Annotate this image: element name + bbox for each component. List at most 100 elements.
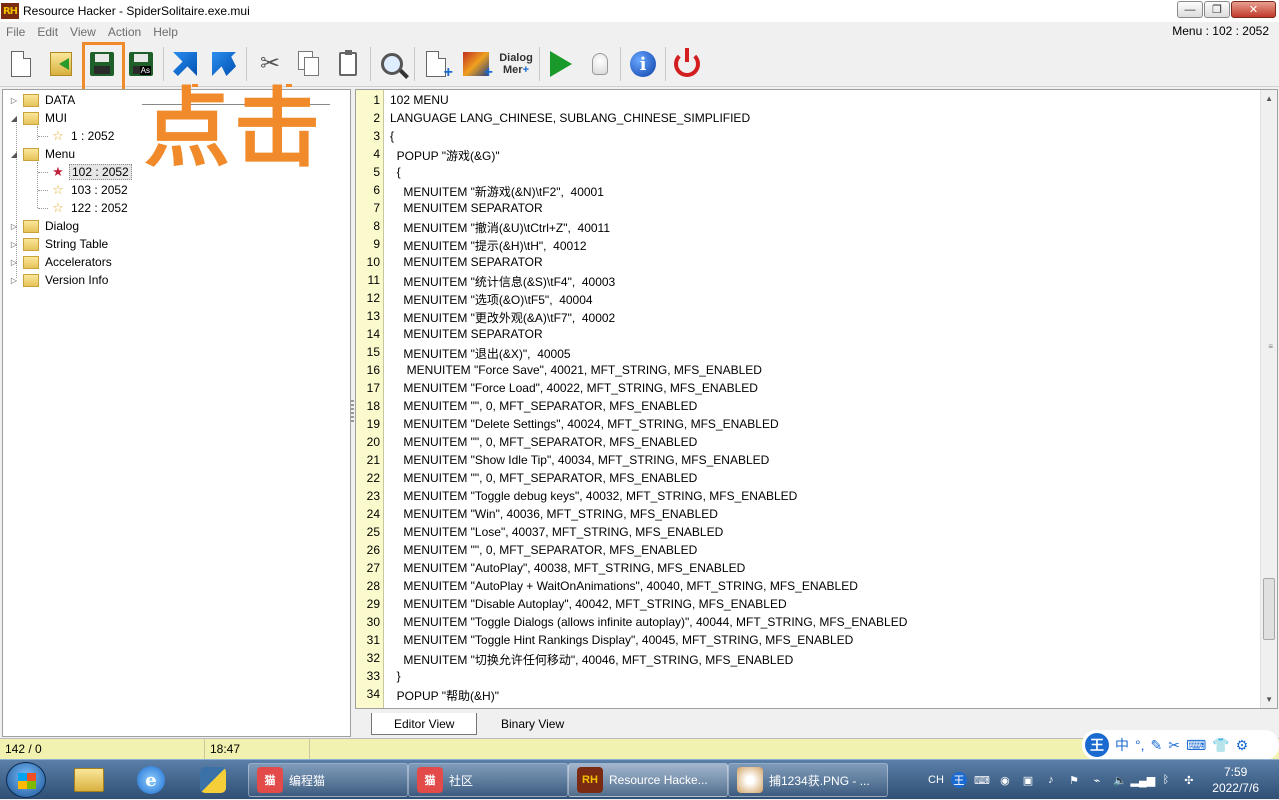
code-line[interactable]: { xyxy=(390,165,401,179)
code-line[interactable]: MENUITEM "提示(&H)\tH", 40012 xyxy=(390,237,586,254)
hint-button[interactable] xyxy=(582,45,618,83)
tree-node-mui-1-2052[interactable]: ☆ 1 : 2052 xyxy=(49,127,116,145)
code-line[interactable]: MENUITEM "Toggle Hint Rankings Display",… xyxy=(390,633,853,647)
ime-settings-icon[interactable]: ⚙ xyxy=(1236,737,1249,754)
code-line[interactable]: MENUITEM "Disable Autoplay", 40042, MFT_… xyxy=(390,597,786,611)
code-line[interactable]: MENUITEM "切换允许任何移动", 40046, MFT_STRING, … xyxy=(390,651,793,668)
start-button[interactable] xyxy=(6,762,46,798)
menu-action[interactable]: Action xyxy=(102,25,147,39)
code-line[interactable]: MENUITEM "Toggle Dialogs (allows infinit… xyxy=(390,615,907,629)
tree-node-menu-122-2052[interactable]: ☆ 122 : 2052 xyxy=(49,199,130,217)
collapse-icon[interactable]: ◢ xyxy=(9,114,19,123)
task-resource-hacker[interactable]: RH Resource Hacke... xyxy=(568,763,728,797)
collapse-icon[interactable]: ◢ xyxy=(9,150,19,159)
code-line[interactable]: LANGUAGE LANG_CHINESE, SUBLANG_CHINESE_S… xyxy=(390,111,750,125)
keyboard-tray-icon[interactable]: ⌨ xyxy=(974,772,990,788)
code-line[interactable]: MENUITEM "", 0, MFT_SEPARATOR, MFS_ENABL… xyxy=(390,399,697,413)
menu-file[interactable]: File xyxy=(0,25,31,39)
ime-tray-icon[interactable]: 王 xyxy=(950,772,967,788)
music-tray-icon[interactable]: ♪ xyxy=(1043,772,1059,788)
vertical-scrollbar[interactable]: ▲ ≡ ▼ xyxy=(1260,90,1277,708)
tree-node-accelerators[interactable]: ▷ Accelerators xyxy=(9,253,114,271)
code-line[interactable]: MENUITEM "Toggle debug keys", 40032, MFT… xyxy=(390,489,797,503)
code-line[interactable]: MENUITEM "", 0, MFT_SEPARATOR, MFS_ENABL… xyxy=(390,435,697,449)
dialog-merge-button[interactable]: Dialog Mer+ xyxy=(496,45,536,83)
exit-button[interactable] xyxy=(669,45,705,83)
expand-icon[interactable]: ▷ xyxy=(9,222,19,231)
scroll-down-icon[interactable]: ▼ xyxy=(1265,695,1273,704)
ime-toolbar[interactable]: 王 中 °, ✎ ✂ ⌨ 👕 ⚙ xyxy=(1082,730,1279,760)
code-line[interactable]: MENUITEM "撤消(&U)\tCtrl+Z", 40011 xyxy=(390,219,610,236)
code-line[interactable]: MENUITEM SEPARATOR xyxy=(390,201,542,215)
maximize-button[interactable]: ❐ xyxy=(1204,1,1230,18)
taskbar-clock[interactable]: 7:59 2022/7/6 xyxy=(1212,764,1259,796)
cut-button[interactable]: ✂ xyxy=(252,45,288,83)
resource-tree[interactable]: ▷ DATA ◢ MUI ☆ 1 : 2052 ◢ Menu ★ 102 : 2… xyxy=(2,89,351,737)
security-tray-icon[interactable]: ◉ xyxy=(997,772,1013,788)
code-line[interactable]: MENUITEM "Lose", 40037, MFT_STRING, MFS_… xyxy=(390,525,723,539)
ime-skin-icon[interactable]: 👕 xyxy=(1212,737,1229,754)
code-line[interactable]: MENUITEM "Win", 40036, MFT_STRING, MFS_E… xyxy=(390,507,718,521)
code-line[interactable]: MENUITEM "", 0, MFT_SEPARATOR, MFS_ENABL… xyxy=(390,543,697,557)
expand-icon[interactable]: ▷ xyxy=(9,240,19,249)
ime-scissors-icon[interactable]: ✂ xyxy=(1168,737,1180,754)
compile-forward-button[interactable] xyxy=(206,45,242,83)
network-device-icon[interactable]: ▣ xyxy=(1020,772,1036,788)
scrollbar-thumb[interactable] xyxy=(1263,578,1275,640)
code-line[interactable]: MENUITEM "", 0, MFT_SEPARATOR, MFS_ENABL… xyxy=(390,471,697,485)
code-line[interactable]: MENUITEM SEPARATOR xyxy=(390,327,542,341)
expand-icon[interactable]: ▷ xyxy=(9,258,19,267)
menu-help[interactable]: Help xyxy=(147,25,184,39)
run-script-button[interactable] xyxy=(543,45,579,83)
open-file-button[interactable] xyxy=(43,45,79,83)
code-line[interactable]: MENUITEM "退出(&X)", 40005 xyxy=(390,345,570,362)
code-line[interactable]: MENUITEM "选项(&O)\tF5", 40004 xyxy=(390,291,592,308)
code-line[interactable]: POPUP "游戏(&G)" xyxy=(390,147,500,164)
code-line[interactable]: MENUITEM "统计信息(&S)\tF4", 40003 xyxy=(390,273,615,290)
code-line[interactable]: 102 MENU xyxy=(390,93,449,107)
find-button[interactable] xyxy=(374,45,410,83)
paste-button[interactable] xyxy=(330,45,366,83)
task-shequ[interactable]: 猫 社区 xyxy=(408,763,568,797)
code-line[interactable]: MENUITEM "Delete Settings", 40024, MFT_S… xyxy=(390,417,778,431)
ime-logo-icon[interactable]: 王 xyxy=(1085,733,1109,757)
tree-node-data[interactable]: ▷ DATA xyxy=(9,91,77,109)
code-editor[interactable]: 1 2 3 4 5 6 7 8 9 10 11 12 13 14 15 16 17 18 19 20 21 22 23 24 2… xyxy=(355,89,1278,709)
signal-icon[interactable]: ▂▄▆ xyxy=(1131,772,1156,788)
code-line[interactable]: MENUITEM "更改外观(&A)\tF7", 40002 xyxy=(390,309,615,326)
tree-node-string-table[interactable]: ▷ String Table xyxy=(9,235,110,253)
compile-back-button[interactable] xyxy=(167,45,203,83)
code-line[interactable]: MENUITEM SEPARATOR xyxy=(390,255,542,269)
tab-binary-view[interactable]: Binary View xyxy=(479,713,586,735)
usb-icon[interactable]: ⌁ xyxy=(1089,772,1105,788)
code-line[interactable]: MENUITEM "Force Load", 40022, MFT_STRING… xyxy=(390,381,758,395)
taskbar-python[interactable] xyxy=(184,763,242,797)
ime-punctuation-toggle[interactable]: °, xyxy=(1135,737,1145,753)
close-button[interactable]: ✕ xyxy=(1231,1,1276,18)
tree-node-menu-102-2052[interactable]: ★ 102 : 2052 xyxy=(49,163,132,181)
taskbar-ie[interactable]: e xyxy=(122,763,180,797)
app-tray-icon[interactable]: ✣ xyxy=(1181,772,1197,788)
bluetooth-icon[interactable]: ᛒ xyxy=(1158,772,1174,788)
code-line[interactable]: MENUITEM "AutoPlay", 40038, MFT_STRING, … xyxy=(390,561,745,575)
menu-edit[interactable]: Edit xyxy=(31,25,64,39)
pane-splitter[interactable] xyxy=(351,400,354,424)
tree-node-menu[interactable]: ◢ Menu xyxy=(9,145,77,163)
taskbar-explorer[interactable] xyxy=(60,763,118,797)
new-file-button[interactable] xyxy=(3,45,39,83)
tab-editor-view[interactable]: Editor View xyxy=(371,713,478,735)
ime-keyboard-icon[interactable]: ⌨ xyxy=(1186,737,1206,754)
about-button[interactable]: i xyxy=(625,45,661,83)
volume-icon[interactable]: 🔈 xyxy=(1112,772,1128,788)
ime-pen-icon[interactable]: ✎ xyxy=(1151,737,1163,754)
expand-icon[interactable]: ▷ xyxy=(9,276,19,285)
expand-icon[interactable]: ▷ xyxy=(9,96,19,105)
tree-node-dialog[interactable]: ▷ Dialog xyxy=(9,217,81,235)
menu-view[interactable]: View xyxy=(64,25,102,39)
flag-icon[interactable]: ⚑ xyxy=(1066,772,1082,788)
save-as-button[interactable]: As xyxy=(123,45,159,83)
task-biancheng-mao[interactable]: 猫 编程猫 xyxy=(248,763,408,797)
code-line[interactable]: MENUITEM "Force Save", 40021, MFT_STRING… xyxy=(390,363,762,377)
scroll-up-icon[interactable]: ▲ xyxy=(1265,94,1273,103)
add-image-button[interactable]: + xyxy=(458,45,494,83)
